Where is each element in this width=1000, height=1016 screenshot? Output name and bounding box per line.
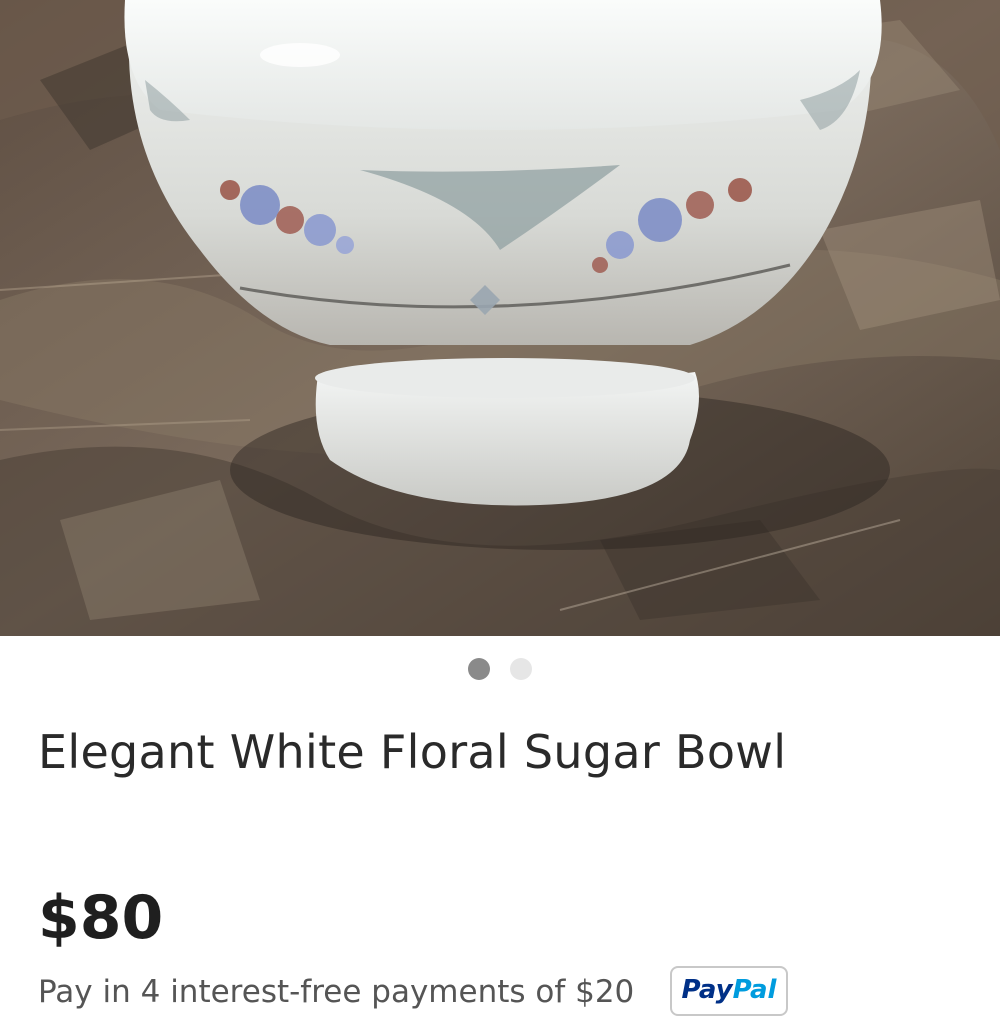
listing-title: Elegant White Floral Sugar Bowl	[38, 725, 787, 779]
product-photo-image	[0, 0, 1000, 636]
paypal-badge[interactable]: PayPal	[670, 966, 788, 1016]
gallery-dot-1[interactable]	[468, 658, 490, 680]
gallery-pagination	[0, 658, 1000, 680]
installments-text: Pay in 4 interest-free payments of $20	[38, 974, 635, 1010]
paypal-logo-pal: Pal	[732, 975, 777, 1005]
paypal-logo-pay: Pay	[681, 975, 733, 1005]
product-photo[interactable]	[0, 0, 1000, 636]
gallery-dot-2[interactable]	[510, 658, 532, 680]
listing-price: $80	[38, 883, 164, 953]
